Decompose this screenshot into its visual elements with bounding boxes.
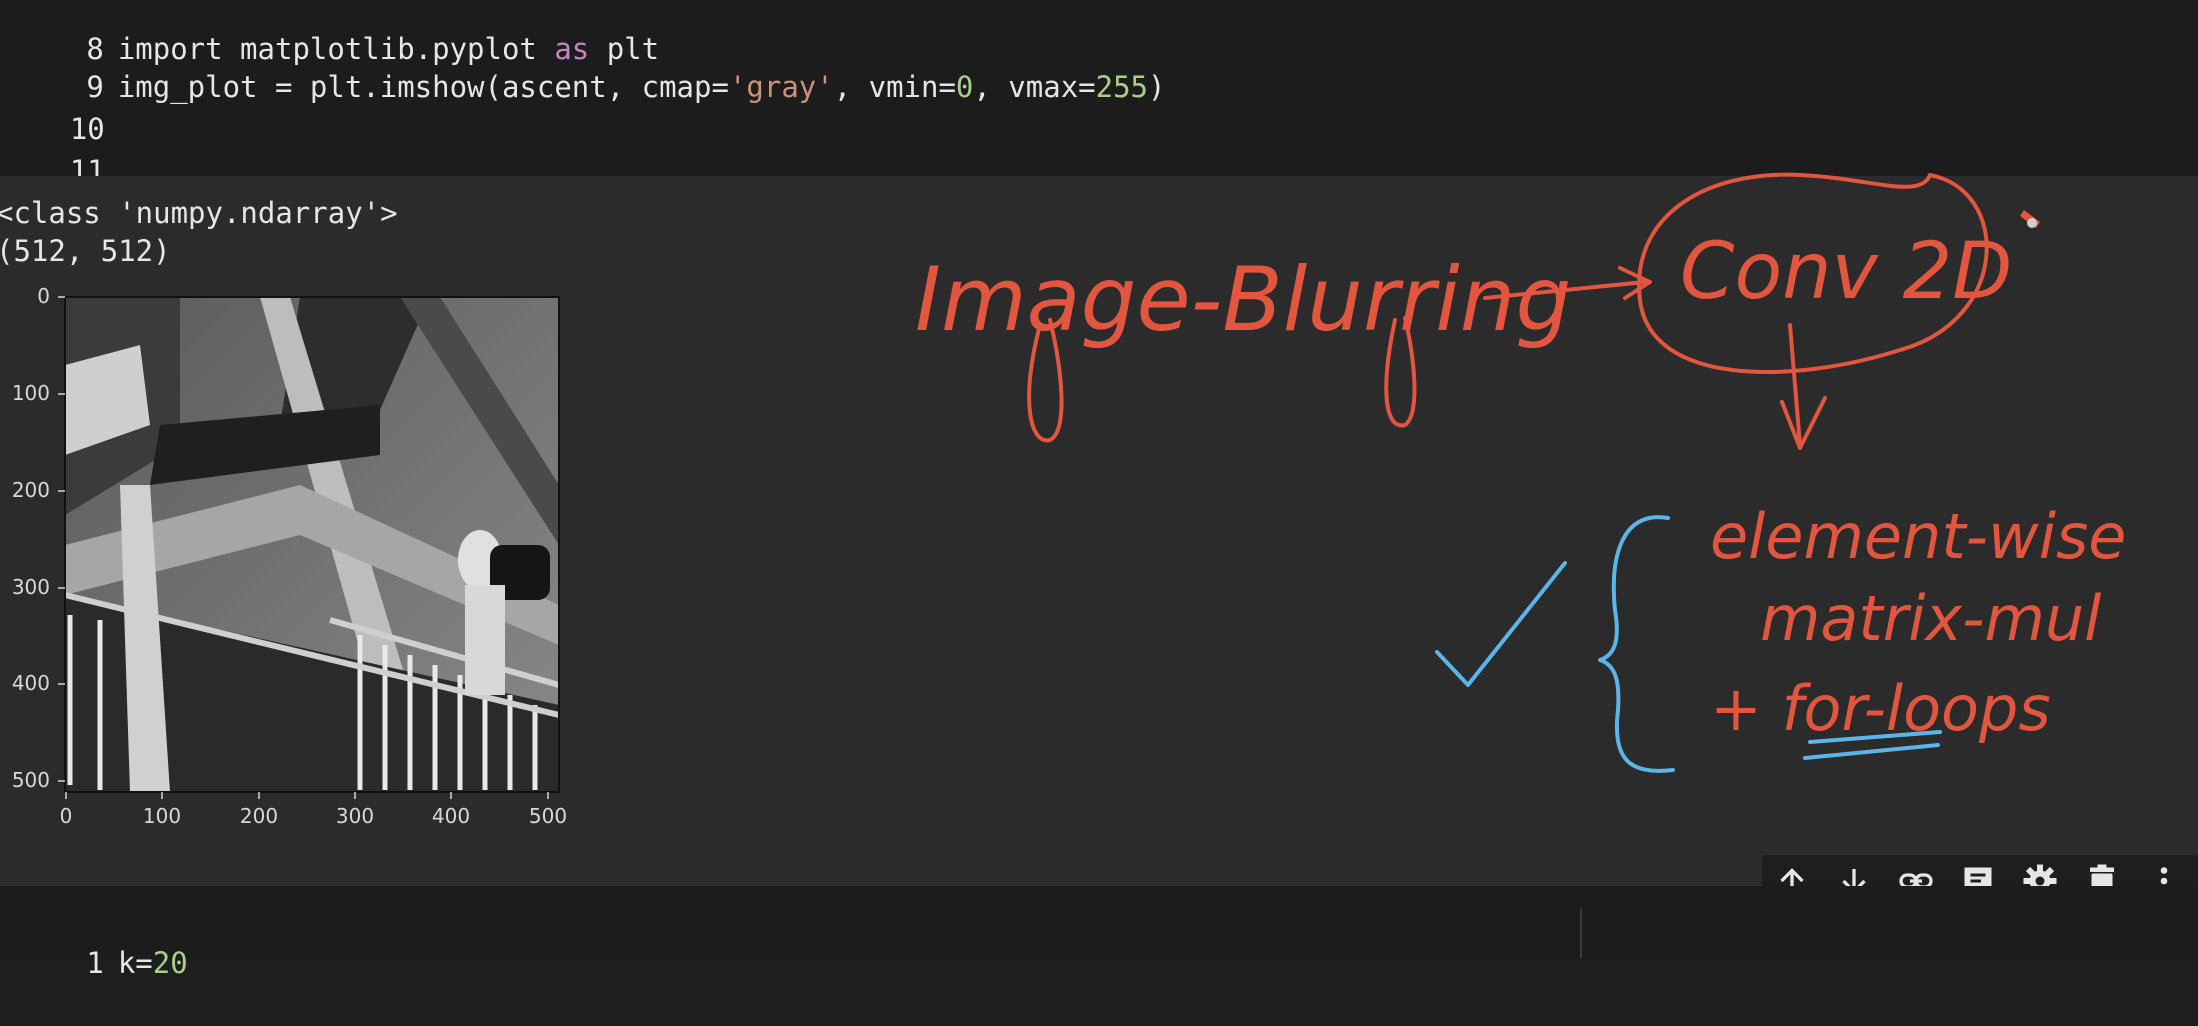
x-tick-label: 300 (336, 804, 374, 828)
y-tick-label: 500 (12, 768, 50, 792)
code-text: , vmin= (833, 70, 956, 104)
divider (1580, 908, 1582, 958)
y-tick-label: 400 (12, 671, 50, 695)
x-tick-label: 200 (240, 804, 278, 828)
x-tick-label: 500 (529, 804, 567, 828)
line-number: 1 (86, 946, 104, 980)
code-text: , vmax= (973, 70, 1096, 104)
code-text: ) (1148, 70, 1166, 104)
output-type-line: <class 'numpy.ndarray'> (0, 196, 398, 230)
code-line-1: 1 k=20 (0, 900, 187, 980)
number-literal: 20 (152, 946, 188, 980)
code-line-10: 10 (0, 66, 118, 146)
number-literal: 255 (1095, 70, 1148, 104)
y-tick-label: 0 (37, 285, 50, 308)
number-literal: 0 (955, 70, 974, 104)
code-text: k= (117, 946, 153, 980)
output-shape-line: (512, 512) (0, 234, 171, 268)
grayscale-staircase-image (64, 297, 560, 792)
y-tick-label: 200 (12, 478, 50, 502)
next-code-cell[interactable]: 1 k=20 (0, 886, 2198, 980)
y-tick-label: 100 (12, 381, 50, 405)
code-line-9: 9 img_plot = plt.imshow(ascent, cmap='gra… (0, 24, 1165, 104)
code-cell[interactable]: 8 import matplotlib.pyplot as plt 9 img_pl… (0, 0, 2198, 188)
code-line-11: 11 (0, 108, 118, 188)
string-literal: 'gray' (728, 70, 834, 104)
y-tick-label: 300 (12, 575, 50, 599)
x-tick-label: 0 (60, 804, 73, 828)
x-tick-label: 400 (432, 804, 470, 828)
image-plot: 0 100 200 300 400 500 0 100 200 300 400 … (12, 285, 567, 828)
code-text: img_plot = plt.imshow(ascent, cmap= (117, 70, 729, 104)
x-tick-label: 100 (143, 804, 181, 828)
